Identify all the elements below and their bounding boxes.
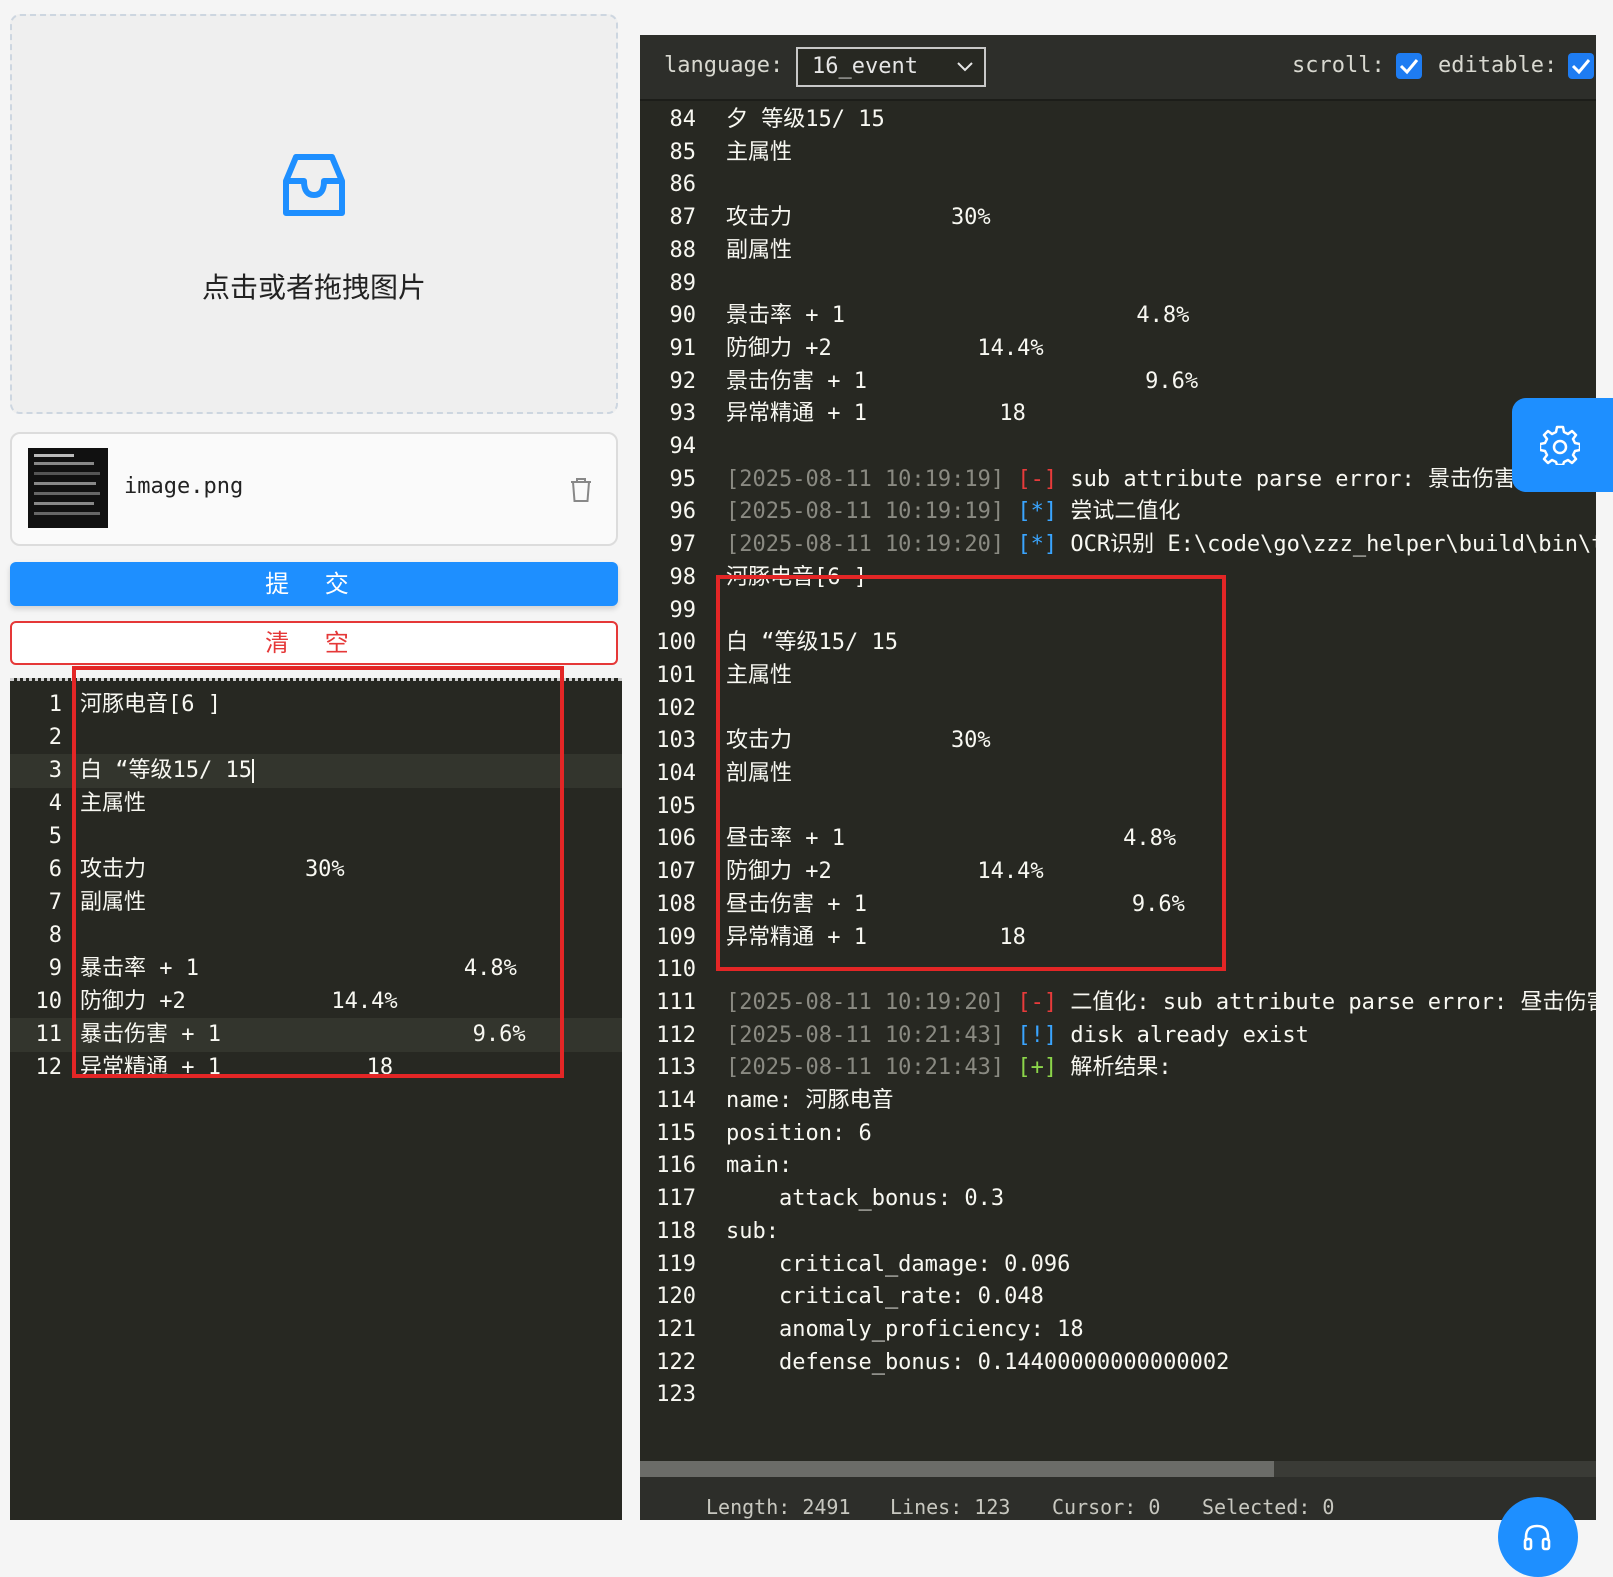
log-line: 97 [2025-08-11 10:19:20] [*] OCR识别 E:\cod… (669, 532, 1597, 558)
log-line: 85 主属性 (669, 139, 793, 165)
clear-button[interactable]: 清 空 (10, 621, 618, 665)
log-line: 96 [2025-08-11 10:19:19] [*] 尝试二值化 (669, 499, 1181, 525)
log-line: 113 [2025-08-11 10:21:43] [+] 解析结果: (656, 1055, 1172, 1081)
log-line: 115 position: 6 (656, 1120, 872, 1146)
log-line: 93 异常精通 + 1 18 (669, 401, 1026, 427)
editable-label: editable: (1438, 53, 1558, 78)
language-label: language: (664, 53, 784, 78)
log-level-marker: [!] (1017, 1022, 1058, 1048)
log-line: 121 anomaly_proficiency: 18 (656, 1316, 1084, 1342)
scroll-checkbox[interactable] (1396, 53, 1422, 79)
log-level-marker: [*] (1017, 532, 1058, 558)
log-timestamp: [2025-08-11 10:19:19] (726, 499, 1005, 525)
horizontal-scrollbar[interactable] (640, 1461, 1596, 1477)
log-line: 116 main: (656, 1153, 793, 1179)
highlight-box (72, 666, 564, 1078)
gear-icon (1540, 425, 1580, 465)
log-line: 89 (669, 270, 697, 296)
uploaded-file-item: image.png (10, 432, 618, 546)
editor-toolbar: language: 16_event scroll: editable: (640, 35, 1596, 101)
log-line: 95 [2025-08-11 10:19:19] [-] sub attribut… (669, 466, 1517, 492)
log-line: 86 (669, 172, 697, 198)
log-line: 88 副属性 (669, 237, 793, 263)
log-line: 114 name: 河豚电音 (656, 1088, 894, 1113)
log-timestamp: [2025-08-11 10:21:43] (726, 1055, 1005, 1081)
scrollbar-thumb[interactable] (640, 1461, 1274, 1477)
log-timestamp: [2025-08-11 10:19:20] (726, 532, 1005, 558)
log-timestamp: [2025-08-11 10:21:43] (726, 1022, 1005, 1048)
log-line: 94 (669, 434, 697, 459)
log-line: 91 防御力 +2 14.4% (669, 335, 1044, 361)
log-line: 87 攻击力 30% (669, 205, 991, 231)
log-level-marker: [+] (1017, 1055, 1058, 1081)
highlight-box (716, 575, 1226, 971)
image-upload-dropzone[interactable]: 点击或者拖拽图片 (10, 14, 618, 414)
ocr-text-editor[interactable]: 1 河豚电音[6 ] 2 3白 “等级15/ 15 4 主属性 5 6 攻击力 30%… (10, 666, 622, 1520)
log-line: 112 [2025-08-11 10:21:43] [!] disk alread… (656, 1022, 1309, 1048)
log-line: 84 夕 等级15/ 15 (669, 107, 885, 132)
log-timestamp: [2025-08-11 10:19:19] (726, 466, 1005, 492)
log-timestamp: [2025-08-11 10:19:20] (726, 989, 1005, 1015)
chevron-down-icon (957, 62, 973, 72)
log-line: 117 attack_bonus: 0.3 (656, 1186, 1005, 1212)
file-name: image.png (124, 474, 244, 499)
log-line: 122 defense_bonus: 0.14400000000000002 (656, 1349, 1230, 1375)
status-lines: Lines: 123 (890, 1495, 1011, 1519)
status-cursor: Cursor: 0 (1052, 1495, 1161, 1519)
log-line: 119 critical_damage: 0.096 (656, 1251, 1071, 1277)
log-level-marker: [-] (1017, 466, 1058, 492)
left-panel: 点击或者拖拽图片 image.png 提 交 清 空 1 河豚电音[6 ] 2 3… (10, 0, 622, 1520)
scroll-label: scroll: (1292, 53, 1385, 78)
headset-icon (1523, 1524, 1551, 1551)
log-editor-panel: language: 16_event scroll: editable: 84 夕… (640, 35, 1596, 1520)
log-line: 120 critical_rate: 0.048 (656, 1284, 1044, 1310)
submit-button[interactable]: 提 交 (10, 562, 618, 606)
log-line: 123 (656, 1382, 696, 1408)
inbox-icon (283, 154, 345, 216)
log-line: 118 sub: (656, 1218, 779, 1244)
status-selected: Selected: 0 (1202, 1495, 1335, 1519)
support-button[interactable] (1498, 1497, 1578, 1577)
status-bar: Length: 2491 Lines: 123 Cursor: 0 Select… (640, 1477, 1596, 1520)
upload-hint: 点击或者拖拽图片 (201, 271, 426, 304)
log-line: 111 [2025-08-11 10:19:20] [-] 二值化: sub at… (656, 989, 1596, 1015)
file-thumbnail (28, 448, 108, 528)
status-length: Length: 2491 (706, 1495, 851, 1519)
trash-icon[interactable] (568, 476, 594, 504)
language-select[interactable]: 16_event (796, 47, 986, 87)
editable-checkbox[interactable] (1568, 53, 1594, 79)
log-level-marker: [*] (1017, 499, 1058, 525)
log-line: 92 景击伤害 + 1 9.6% (669, 368, 1199, 394)
log-level-marker: [-] (1017, 989, 1058, 1015)
settings-button[interactable] (1512, 398, 1613, 492)
log-line: 90 景击率 + 1 4.8% (669, 303, 1190, 329)
